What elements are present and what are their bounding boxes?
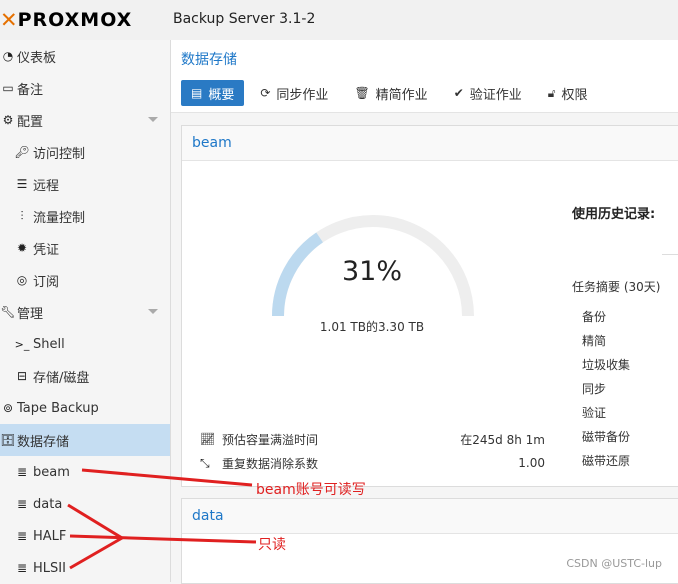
annotation-readonly: 只读: [258, 537, 286, 553]
annotation-beam-readwrite: beam账号可读写: [256, 482, 366, 498]
watermark: CSDN @USTC-lup: [566, 557, 662, 570]
